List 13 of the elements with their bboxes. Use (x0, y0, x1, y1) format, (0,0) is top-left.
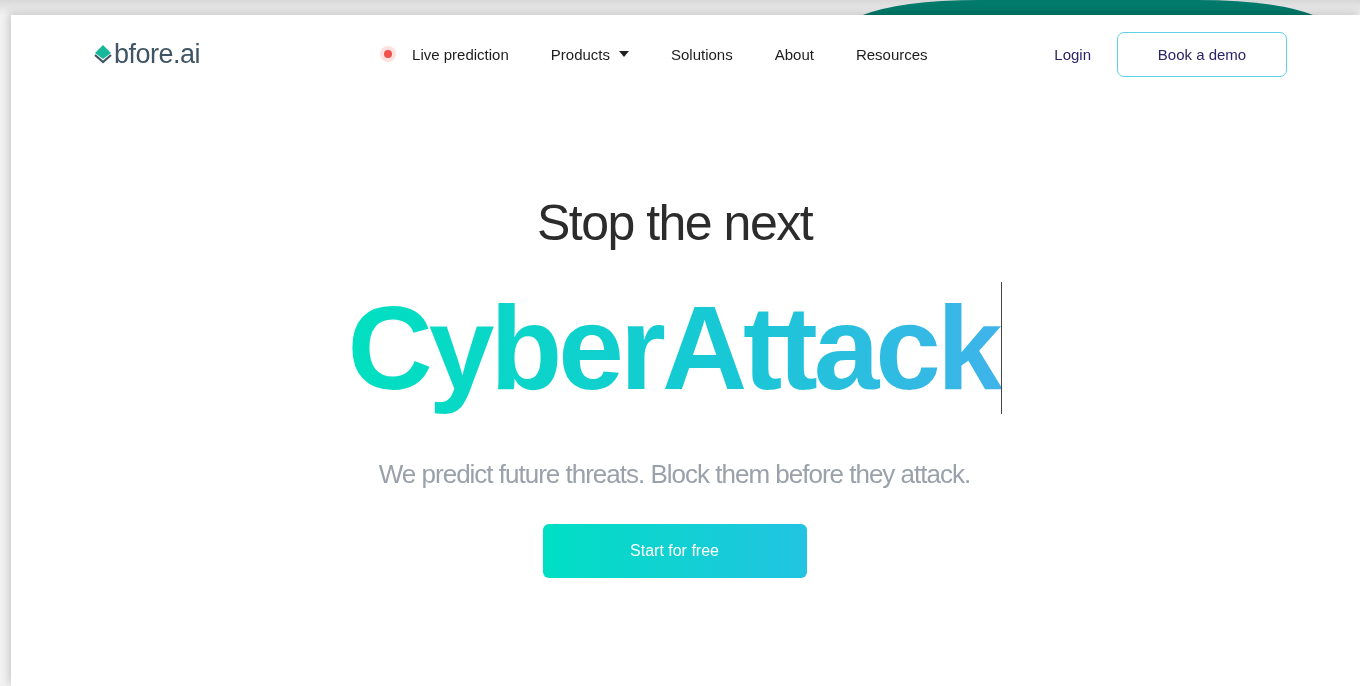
book-demo-button[interactable]: Book a demo (1117, 31, 1287, 77)
live-dot-icon (384, 50, 393, 58)
hero-subtitle: We predict future threats. Block them before they attack. (378, 459, 971, 490)
login-link[interactable]: Login (1054, 45, 1091, 63)
nav-link[interactable]: Products (550, 45, 629, 63)
logo-icon (93, 44, 113, 64)
nav-link[interactable]: Resources (855, 45, 928, 63)
nav-link[interactable]: Solutions (671, 45, 733, 63)
logo[interactable]: bfore.ai (93, 38, 201, 70)
nav-link[interactable]: About (774, 45, 814, 63)
caret-icon (619, 51, 629, 57)
nav-link[interactable]: Live prediction (380, 45, 509, 63)
hero-title: Stop the next (536, 194, 813, 253)
